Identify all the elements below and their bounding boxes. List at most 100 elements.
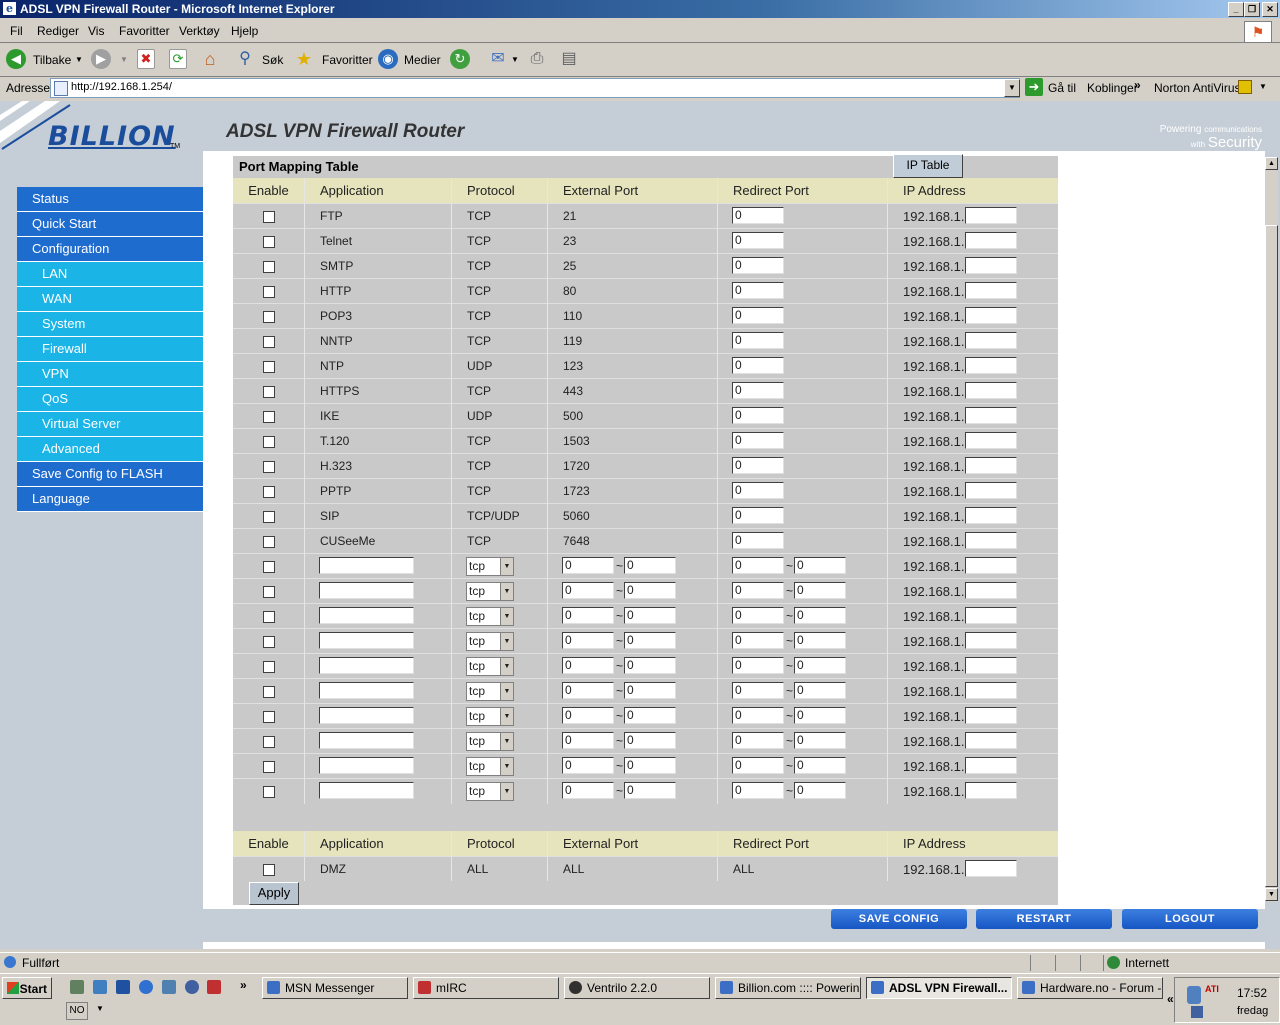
ip-host-input[interactable] (965, 257, 1017, 274)
ip-host-input[interactable] (965, 232, 1017, 249)
ip-table-button[interactable]: IP Table (893, 154, 963, 178)
redirect-port-from-input[interactable]: 0 (732, 757, 784, 774)
stop-icon[interactable]: ✖ (137, 49, 155, 69)
redirect-port-to-input[interactable]: 0 (794, 557, 846, 574)
back-button[interactable]: Tilbake (33, 50, 71, 70)
external-port-from-input[interactable]: 0 (562, 732, 614, 749)
enable-checkbox[interactable] (262, 510, 275, 523)
external-port-to-input[interactable]: 0 (624, 707, 676, 724)
ip-host-input[interactable] (965, 357, 1017, 374)
enable-checkbox[interactable] (262, 535, 275, 548)
redirect-port-input[interactable]: 0 (732, 282, 784, 299)
taskbar-mirc[interactable]: mIRC (413, 977, 559, 999)
ip-host-input[interactable] (965, 207, 1017, 224)
print-icon[interactable]: ⎙ (527, 49, 547, 69)
go-button[interactable]: Gå til (1048, 81, 1076, 95)
external-port-to-input[interactable]: 0 (624, 632, 676, 649)
quicklaunch-ie-icon[interactable] (139, 980, 153, 994)
application-input[interactable] (319, 707, 414, 724)
protocol-select[interactable]: tcp ▼ (466, 607, 514, 626)
application-input[interactable] (319, 607, 414, 624)
external-port-from-input[interactable]: 0 (562, 657, 614, 674)
norton-dropdown-icon[interactable]: ▼ (1259, 82, 1267, 91)
ip-host-input[interactable] (965, 407, 1017, 424)
search-button[interactable]: Søk (262, 50, 283, 70)
redirect-port-to-input[interactable]: 0 (794, 732, 846, 749)
language-indicator[interactable]: NO (66, 1002, 88, 1020)
ip-host-input[interactable] (965, 707, 1017, 724)
quicklaunch-mirc-icon[interactable] (207, 980, 221, 994)
nav-system[interactable]: System (17, 312, 203, 337)
redirect-port-from-input[interactable]: 0 (732, 732, 784, 749)
links-button[interactable]: Koblinger (1087, 81, 1138, 95)
external-port-to-input[interactable]: 0 (624, 682, 676, 699)
quicklaunch-calc-icon[interactable] (70, 980, 84, 994)
home-icon[interactable]: ⌂ (200, 49, 220, 69)
forward-arrow-icon[interactable]: ▶ (91, 49, 111, 69)
redirect-port-to-input[interactable]: 0 (794, 682, 846, 699)
external-port-from-input[interactable]: 0 (562, 782, 614, 799)
redirect-port-from-input[interactable]: 0 (732, 607, 784, 624)
ip-host-input[interactable] (965, 432, 1017, 449)
taskbar-adsl-router-ie[interactable]: ADSL VPN Firewall... (866, 977, 1012, 999)
redirect-port-input[interactable]: 0 (732, 532, 784, 549)
redirect-port-input[interactable]: 0 (732, 257, 784, 274)
ip-host-input[interactable] (965, 332, 1017, 349)
taskbar-billion-ie[interactable]: Billion.com :::: Powerin... (715, 977, 861, 999)
nav-quick-start[interactable]: Quick Start (17, 212, 203, 237)
menu-help[interactable]: Hjelp (231, 24, 258, 38)
redirect-port-input[interactable]: 0 (732, 432, 784, 449)
protocol-select[interactable]: tcp ▼ (466, 632, 514, 651)
ip-host-input[interactable] (965, 632, 1017, 649)
application-input[interactable] (319, 732, 414, 749)
external-port-from-input[interactable]: 0 (562, 632, 614, 649)
external-port-from-input[interactable]: 0 (562, 707, 614, 724)
protocol-select[interactable]: tcp ▼ (466, 707, 514, 726)
redirect-port-to-input[interactable]: 0 (794, 782, 846, 799)
redirect-port-from-input[interactable]: 0 (732, 682, 784, 699)
external-port-from-input[interactable]: 0 (562, 607, 614, 624)
ip-host-input[interactable] (965, 607, 1017, 624)
nav-qos[interactable]: QoS (17, 387, 203, 412)
scroll-up-icon[interactable]: ▲ (1265, 157, 1278, 170)
enable-checkbox[interactable] (262, 260, 275, 273)
media-icon[interactable]: ◉ (378, 49, 398, 69)
go-arrow-icon[interactable]: ➜ (1025, 78, 1043, 96)
ati-icon[interactable]: ATI (1205, 984, 1219, 994)
nav-lan[interactable]: LAN (17, 262, 203, 287)
enable-checkbox[interactable] (262, 660, 275, 673)
tray-app-icon[interactable] (1191, 1006, 1203, 1018)
ip-host-input[interactable] (965, 282, 1017, 299)
redirect-port-from-input[interactable]: 0 (732, 707, 784, 724)
enable-checkbox[interactable] (262, 210, 275, 223)
ip-host-input[interactable] (965, 757, 1017, 774)
redirect-port-from-input[interactable]: 0 (732, 657, 784, 674)
redirect-port-input[interactable]: 0 (732, 482, 784, 499)
mail-icon[interactable]: ✉ (488, 49, 508, 69)
application-input[interactable] (319, 632, 414, 649)
redirect-port-from-input[interactable]: 0 (732, 782, 784, 799)
redirect-port-to-input[interactable]: 0 (794, 582, 846, 599)
ip-host-input[interactable] (965, 657, 1017, 674)
application-input[interactable] (319, 582, 414, 599)
quicklaunch-app-icon[interactable] (116, 980, 130, 994)
protocol-select[interactable]: tcp ▼ (466, 582, 514, 601)
ip-host-input[interactable] (965, 532, 1017, 549)
redirect-port-to-input[interactable]: 0 (794, 657, 846, 674)
norton-icon[interactable] (1238, 80, 1252, 94)
enable-checkbox[interactable] (262, 460, 275, 473)
back-arrow-icon[interactable]: ◀ (6, 49, 26, 69)
mail-dropdown-icon[interactable]: ▼ (511, 50, 519, 70)
apply-button[interactable]: Apply (249, 882, 299, 905)
nav-virtual-server[interactable]: Virtual Server (17, 412, 203, 437)
redirect-port-to-input[interactable]: 0 (794, 707, 846, 724)
ip-host-input[interactable] (965, 507, 1017, 524)
redirect-port-to-input[interactable]: 0 (794, 757, 846, 774)
protocol-select[interactable]: tcp ▼ (466, 732, 514, 751)
menu-view[interactable]: Vis (88, 24, 104, 38)
protocol-select[interactable]: tcp ▼ (466, 557, 514, 576)
back-dropdown-icon[interactable]: ▼ (75, 50, 83, 70)
scroll-down-icon[interactable]: ▼ (1265, 888, 1278, 901)
enable-checkbox[interactable] (262, 585, 275, 598)
search-icon[interactable]: ⚲ (235, 49, 255, 69)
